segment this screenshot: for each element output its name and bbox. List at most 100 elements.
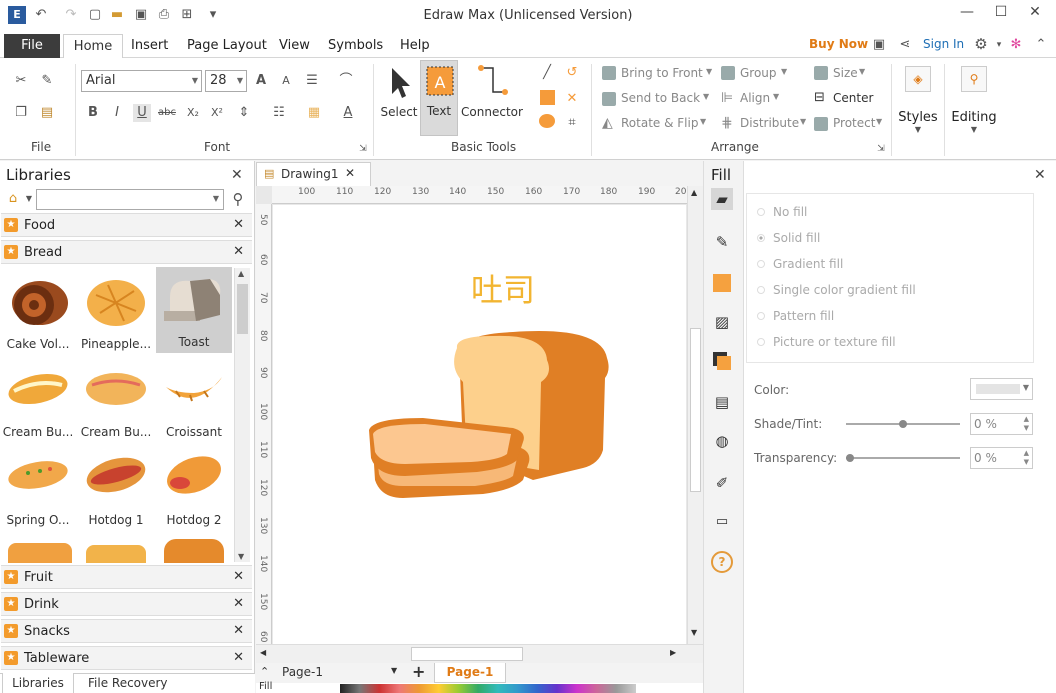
shape-spring-onion-bun[interactable]: Spring O...: [0, 445, 76, 531]
scroll-down-icon[interactable]: ▼: [238, 552, 244, 561]
bullets-icon[interactable]: ☷: [270, 104, 288, 122]
cut-icon[interactable]: ✂: [12, 72, 30, 90]
shape-cream-bun-2[interactable]: Cream Bu...: [78, 357, 154, 443]
editing-button[interactable]: ⚲ Editing ▼: [948, 62, 1000, 152]
option-single-color-gradient[interactable]: Single color gradient fill: [773, 283, 916, 297]
line-icon[interactable]: ✎: [711, 231, 733, 253]
font-name-select[interactable]: Arial ▼: [81, 70, 202, 92]
scroll-thumb[interactable]: [690, 328, 701, 492]
share-icon[interactable]: ⋖: [896, 36, 914, 54]
scroll-up-icon[interactable]: ▲: [691, 188, 697, 197]
distribute-button[interactable]: Distribute: [740, 116, 799, 130]
radio-picture-fill[interactable]: [757, 338, 765, 346]
chevron-down-icon[interactable]: ▼: [391, 666, 397, 675]
transparency-input[interactable]: 0 % ▲ ▼: [970, 447, 1033, 469]
rectangle-tool-icon[interactable]: [538, 90, 556, 108]
rotate-flip-button[interactable]: Rotate & Flip: [621, 116, 698, 130]
strikethrough-icon[interactable]: abc: [158, 104, 176, 122]
close-fill-panel-icon[interactable]: ✕: [1034, 167, 1046, 183]
subscript-icon[interactable]: X₂: [184, 104, 202, 122]
arc-tool-icon[interactable]: ↺: [563, 64, 581, 82]
buy-now-link[interactable]: Buy Now: [809, 37, 868, 51]
shadow-icon[interactable]: [711, 272, 733, 294]
tab-home[interactable]: Home: [63, 34, 123, 59]
cross-tool-icon[interactable]: ✕: [563, 90, 581, 108]
document-tab[interactable]: ▤ Drawing1 ✕: [256, 162, 371, 186]
add-page-icon[interactable]: +: [412, 662, 425, 681]
shape-croissant[interactable]: Croissant: [156, 357, 232, 443]
line-spacing-icon[interactable]: ⇕: [235, 104, 253, 122]
crop-tool-icon[interactable]: ⌗: [563, 114, 581, 132]
scroll-up-icon[interactable]: ▲: [238, 269, 244, 278]
line-tool-icon[interactable]: ╱: [538, 64, 556, 82]
category-bread[interactable]: ★ Bread ✕: [1, 240, 252, 264]
document-properties-icon[interactable]: ▤: [711, 391, 733, 413]
file-menu[interactable]: File: [4, 34, 60, 58]
option-pattern-fill[interactable]: Pattern fill: [773, 309, 834, 323]
superscript-icon[interactable]: X²: [208, 104, 226, 122]
color-swatches[interactable]: [340, 684, 636, 693]
library-scrollbar[interactable]: ▲ ▼: [234, 268, 250, 562]
category-food[interactable]: ★ Food ✕: [1, 213, 252, 237]
scroll-down-icon[interactable]: ▼: [691, 628, 697, 637]
shape-toast[interactable]: Toast: [156, 267, 232, 353]
underline-icon[interactable]: U: [133, 104, 151, 122]
close-category-icon[interactable]: ✕: [233, 217, 244, 232]
theme-icon[interactable]: ✻: [1007, 36, 1025, 54]
hyperlink-globe-icon[interactable]: ◍: [711, 430, 733, 452]
dialog-launcher-icon[interactable]: ⇲: [872, 140, 890, 158]
radio-pattern-fill[interactable]: [757, 312, 765, 320]
category-drink[interactable]: ★ Drink ✕: [1, 592, 252, 616]
shape-cake-volume[interactable]: Cake Vol...: [0, 269, 76, 355]
sign-in-link[interactable]: Sign In: [923, 37, 964, 51]
close-category-icon[interactable]: ✕: [233, 569, 244, 584]
tab-page-layout[interactable]: Page Layout: [187, 38, 267, 53]
tab-insert[interactable]: Insert: [131, 38, 168, 53]
ellipse-tool-icon[interactable]: [538, 114, 556, 132]
help-icon[interactable]: ?: [711, 551, 733, 573]
close-window-icon[interactable]: ✕: [1020, 4, 1050, 24]
shade-tint-input[interactable]: 0 % ▲ ▼: [970, 413, 1033, 435]
search-icon[interactable]: ⚲: [229, 190, 247, 208]
shade-slider-knob[interactable]: [899, 420, 907, 428]
italic-icon[interactable]: I: [108, 104, 126, 122]
radio-no-fill[interactable]: [757, 208, 765, 216]
tab-view[interactable]: View: [279, 38, 310, 53]
library-search-input[interactable]: ▼: [36, 189, 224, 210]
font-color-icon[interactable]: A: [339, 104, 357, 122]
scroll-thumb[interactable]: [411, 647, 523, 661]
center-button[interactable]: Center: [833, 91, 873, 105]
collapse-ribbon-icon[interactable]: ⌃: [1032, 36, 1050, 54]
bold-icon[interactable]: B: [84, 104, 102, 122]
connector-tool-button[interactable]: Connector: [461, 62, 523, 136]
radio-solid-fill[interactable]: [757, 234, 765, 242]
radio-gradient-fill[interactable]: [757, 260, 765, 268]
fill-icon[interactable]: ▰: [711, 188, 733, 210]
tab-libraries[interactable]: Libraries: [2, 673, 74, 693]
shape-cream-bun-1[interactable]: Cream Bu...: [0, 357, 76, 443]
layer-icon[interactable]: [711, 350, 733, 372]
option-no-fill[interactable]: No fill: [773, 205, 807, 219]
transparency-slider-knob[interactable]: [846, 454, 854, 462]
align-text-icon[interactable]: ☰: [303, 72, 321, 90]
note-icon[interactable]: ✐: [711, 472, 733, 494]
shrink-font-icon[interactable]: A: [277, 72, 295, 90]
dialog-launcher-icon[interactable]: ⇲: [354, 140, 372, 158]
size-button[interactable]: Size: [833, 66, 858, 80]
scroll-left-icon[interactable]: ◀: [260, 648, 266, 657]
scroll-right-icon[interactable]: ▶: [670, 648, 676, 657]
font-size-select[interactable]: 28 ▼: [205, 70, 247, 92]
spinner-arrows-icon[interactable]: ▲ ▼: [1024, 449, 1029, 467]
transparency-slider-track[interactable]: [846, 457, 960, 459]
page-select[interactable]: Page-1: [282, 665, 323, 679]
shape-hotdog-2[interactable]: Hotdog 2: [156, 445, 232, 531]
settings-dropdown-icon[interactable]: ▾: [990, 36, 1008, 54]
cart-icon[interactable]: ▣: [870, 36, 888, 54]
align-button[interactable]: Align: [740, 91, 770, 105]
image-icon[interactable]: ▨: [711, 311, 733, 333]
radio-single-color-gradient[interactable]: [757, 286, 765, 294]
close-category-icon[interactable]: ✕: [233, 244, 244, 259]
page-tab[interactable]: Page-1: [434, 663, 506, 683]
canvas-title-text[interactable]: 吐司: [471, 265, 535, 311]
text-arc-icon[interactable]: ⌒: [337, 72, 355, 90]
